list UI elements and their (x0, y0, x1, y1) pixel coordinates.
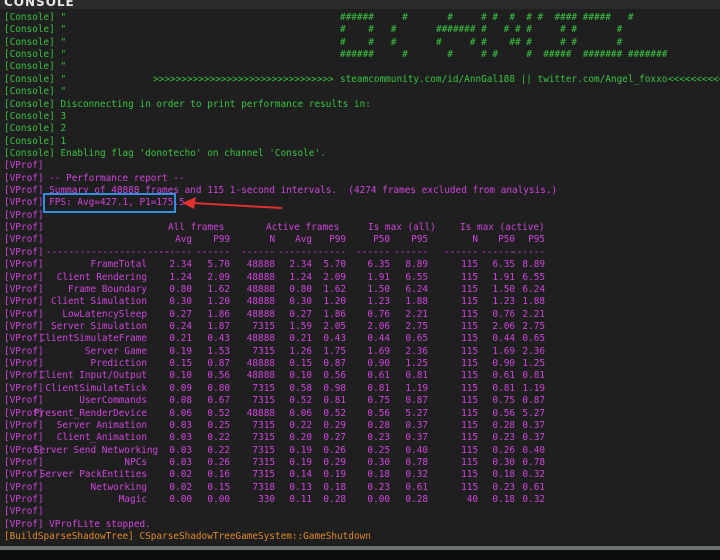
console-input[interactable] (0, 550, 720, 560)
red-arrow-annotation (182, 197, 283, 209)
